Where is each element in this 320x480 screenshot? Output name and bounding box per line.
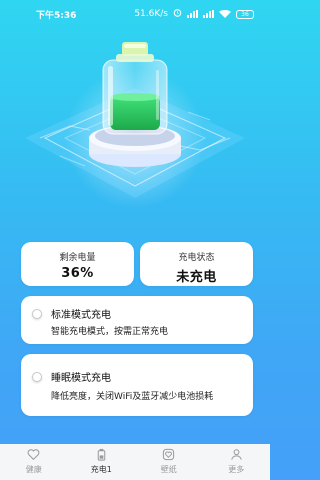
- alarm-icon: [173, 8, 182, 20]
- charge-state-card: 充电状态 未充电: [140, 242, 253, 286]
- battery-icon: [97, 448, 106, 461]
- remaining-battery-label: 剩余电量: [59, 253, 96, 263]
- standard-mode-title: 标准模式充电: [51, 310, 111, 321]
- nav-label-wallpaper: 壁纸: [160, 465, 177, 474]
- signal-icon-2: [203, 10, 214, 18]
- signal-icon: [187, 10, 198, 18]
- nav-label-health: 健康: [25, 465, 42, 474]
- charge-state-label: 充电状态: [178, 253, 215, 263]
- bottom-nav: 健康 充电1 壁纸 更多: [0, 444, 270, 480]
- battery-status-icon: 36: [236, 9, 254, 19]
- charge-state-value: 未充电: [176, 270, 217, 285]
- status-time: 下午5:36: [36, 11, 77, 21]
- heart-frame-icon: [163, 448, 175, 461]
- sleep-mode-option[interactable]: 睡眠模式充电 降低亮度，关闭WiFi及蓝牙减少电池损耗: [21, 354, 253, 416]
- status-right: 51.6K/s 36: [134, 8, 254, 20]
- battery-illustration: [25, 42, 245, 208]
- standard-mode-description: 智能充电模式，按需正常充电: [51, 327, 169, 337]
- nav-label-more: 更多: [228, 465, 245, 474]
- nav-label-charge: 充电1: [90, 465, 112, 474]
- sleep-mode-title: 睡眠模式充电: [51, 373, 111, 384]
- remaining-battery-card: 剩余电量 36%: [21, 242, 134, 286]
- remaining-battery-value: 36%: [61, 266, 94, 281]
- sleep-mode-description: 降低亮度，关闭WiFi及蓝牙减少电池损耗: [51, 392, 214, 402]
- heart-icon: [27, 449, 40, 461]
- network-speed: 51.6K/s: [134, 9, 168, 19]
- wifi-icon: [219, 10, 231, 18]
- person-icon: [231, 449, 242, 460]
- standard-mode-option[interactable]: 标准模式充电 智能充电模式，按需正常充电: [21, 296, 253, 344]
- nav-item-wallpaper[interactable]: 壁纸: [135, 444, 203, 480]
- status-bar: 下午5:36 51.6K/s 36: [0, 0, 270, 26]
- nav-item-charge[interactable]: 充电1: [68, 444, 136, 480]
- sleep-mode-radio[interactable]: [32, 372, 42, 382]
- nav-item-more[interactable]: 更多: [203, 444, 271, 480]
- nav-item-health[interactable]: 健康: [0, 444, 68, 480]
- standard-mode-radio[interactable]: [32, 309, 42, 319]
